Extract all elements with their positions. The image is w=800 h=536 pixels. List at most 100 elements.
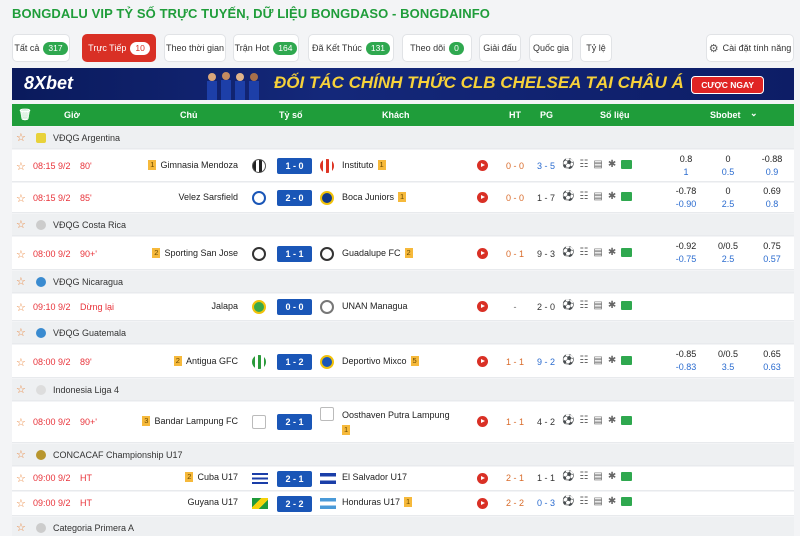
chart-icon[interactable]: ▤ [593,300,602,311]
star-icon[interactable]: ☆ [16,416,26,429]
lineup-icon[interactable]: ☷ [579,471,588,482]
lineup-icon[interactable]: ☷ [579,159,588,170]
home-team[interactable]: 2 Cuba U17 [185,472,238,482]
chevron-down-icon[interactable]: ⌄ [750,108,758,119]
filter-following-button[interactable]: Theo dõi 0 [402,34,472,62]
tv-icon[interactable] [621,416,633,425]
live-stream-icon[interactable] [477,473,488,484]
filter-live-button[interactable]: Trực Tiếp 10 [82,34,156,62]
col-time[interactable]: Giờ [64,110,80,120]
tv-icon[interactable] [621,301,633,310]
chart-icon[interactable]: ▤ [593,496,602,507]
star-icon[interactable]: ☆ [16,192,26,205]
match-row[interactable]: ☆ 09:00 9/2 HT 2 Cuba U17 2 - 1 El Salvad… [12,467,794,491]
league-row[interactable]: ☆ Indonesia Liga 4 [12,379,794,401]
event-icon[interactable]: ✱ [608,496,616,507]
ball-icon[interactable]: ⚽ [562,415,574,426]
away-team[interactable]: Honduras U17 1 [342,497,413,507]
away-team[interactable]: Instituto 1 [342,160,386,170]
ball-icon[interactable]: ⚽ [562,496,574,507]
star-icon[interactable]: ☆ [16,356,26,369]
lineup-icon[interactable]: ☷ [579,415,588,426]
live-stream-icon[interactable] [477,192,488,203]
away-team[interactable]: El Salvador U17 [342,472,407,482]
home-team[interactable]: 2 Sporting San Jose [152,248,238,258]
lineup-icon[interactable]: ☷ [579,300,588,311]
lineup-icon[interactable]: ☷ [579,496,588,507]
match-row[interactable]: ☆ 08:15 9/2 80' 1 Gimnasia Mendoza 1 - 0 … [12,150,794,182]
lineup-icon[interactable]: ☷ [579,247,588,258]
score[interactable]: 2 - 2 [277,496,312,512]
league-row[interactable]: ☆ VĐQG Costa Rica [12,214,794,236]
score[interactable]: 1 - 2 [277,354,312,370]
match-row[interactable]: ☆ 08:00 9/2 89' 2 Antigua GFC 1 - 2 Depor… [12,345,794,378]
settings-button[interactable]: ⚙ Cài đặt tính năng [706,34,794,62]
score[interactable]: 1 - 0 [277,158,312,174]
event-icon[interactable]: ✱ [608,159,616,170]
chart-icon[interactable]: ▤ [593,355,602,366]
chart-icon[interactable]: ▤ [593,471,602,482]
score[interactable]: 0 - 0 [277,299,312,315]
event-icon[interactable]: ✱ [608,300,616,311]
score[interactable]: 1 - 1 [277,246,312,262]
odds[interactable]: -0.92 0/0.5 0.75 -0.75 2.5 0.57 [652,241,794,267]
filter-finished-button[interactable]: Đã Kết Thúc 131 [308,34,394,62]
event-icon[interactable]: ✱ [608,471,616,482]
tv-icon[interactable] [621,356,633,365]
match-row[interactable]: ☆ 08:00 9/2 90+' 2 Sporting San Jose 1 - … [12,237,794,270]
away-team[interactable]: UNAN Managua [342,301,408,311]
league-row[interactable]: ☆ VĐQG Guatemala [12,322,794,344]
event-icon[interactable]: ✱ [608,355,616,366]
filter-all-button[interactable]: Tất cả 317 [12,34,70,62]
star-icon[interactable]: ☆ [16,472,26,485]
star-icon[interactable]: ☆ [16,248,26,261]
home-team[interactable]: Guyana U17 [187,497,238,507]
chart-icon[interactable]: ▤ [593,415,602,426]
filter-country-button[interactable]: Quốc gia [529,34,573,62]
star-icon[interactable]: ☆ [16,301,26,314]
home-team[interactable]: 2 Antigua GFC [173,356,238,366]
tv-icon[interactable] [621,248,633,257]
star-icon[interactable]: ☆ [16,131,26,144]
odds[interactable]: -0.78 0 0.69 -0.90 2.5 0.8 [652,186,794,212]
match-row[interactable]: ☆ 09:10 9/2 Dừng lại Jalapa 0 - 0 UNAN M… [12,294,794,321]
ball-icon[interactable]: ⚽ [562,247,574,258]
event-icon[interactable]: ✱ [608,247,616,258]
chart-icon[interactable]: ▤ [593,247,602,258]
trash-icon[interactable]: 🗑 [18,108,32,121]
home-team[interactable]: 1 Gimnasia Mendoza [148,160,238,170]
star-icon[interactable]: ☆ [16,383,26,396]
filter-by-time-button[interactable]: Theo thời gian [164,34,226,62]
ball-icon[interactable]: ⚽ [562,471,574,482]
ball-icon[interactable]: ⚽ [562,300,574,311]
score[interactable]: 2 - 0 [277,190,312,206]
star-icon[interactable]: ☆ [16,326,26,339]
tv-icon[interactable] [621,497,633,506]
league-row[interactable]: ☆ CONCACAF Championship U17 [12,444,794,466]
star-icon[interactable]: ☆ [16,448,26,461]
filter-hot-button[interactable]: Trận Hot 164 [233,34,299,62]
chart-icon[interactable]: ▤ [593,191,602,202]
home-team[interactable]: 3 Bandar Lampung FC [142,416,238,426]
away-team[interactable]: Deportivo Mixco 5 [342,356,419,366]
star-icon[interactable]: ☆ [16,497,26,510]
odds[interactable]: 0.8 0 -0.88 1 0.5 0.9 [652,154,794,180]
score[interactable]: 2 - 1 [277,414,312,430]
lineup-icon[interactable]: ☷ [579,355,588,366]
score[interactable]: 2 - 1 [277,471,312,487]
league-row[interactable]: ☆ VĐQG Argentina [12,127,794,149]
away-team[interactable]: Guadalupe FC 2 [342,248,413,258]
tv-icon[interactable] [621,160,633,169]
match-row[interactable]: ☆ 09:00 9/2 HT Guyana U17 2 - 2 Honduras… [12,492,794,516]
live-stream-icon[interactable] [477,248,488,259]
tv-icon[interactable] [621,472,633,481]
league-row[interactable]: ☆ VĐQG Nicaragua [12,271,794,293]
ad-banner[interactable]: 8Xbet ĐỐI TÁC CHÍNH THỨC CLB CHELSEA TẠI… [12,68,794,100]
star-icon[interactable]: ☆ [16,521,26,534]
live-stream-icon[interactable] [477,416,488,427]
ball-icon[interactable]: ⚽ [562,159,574,170]
ball-icon[interactable]: ⚽ [562,355,574,366]
star-icon[interactable]: ☆ [16,275,26,288]
tv-icon[interactable] [621,192,633,201]
home-team[interactable]: Velez Sarsfield [178,192,238,202]
